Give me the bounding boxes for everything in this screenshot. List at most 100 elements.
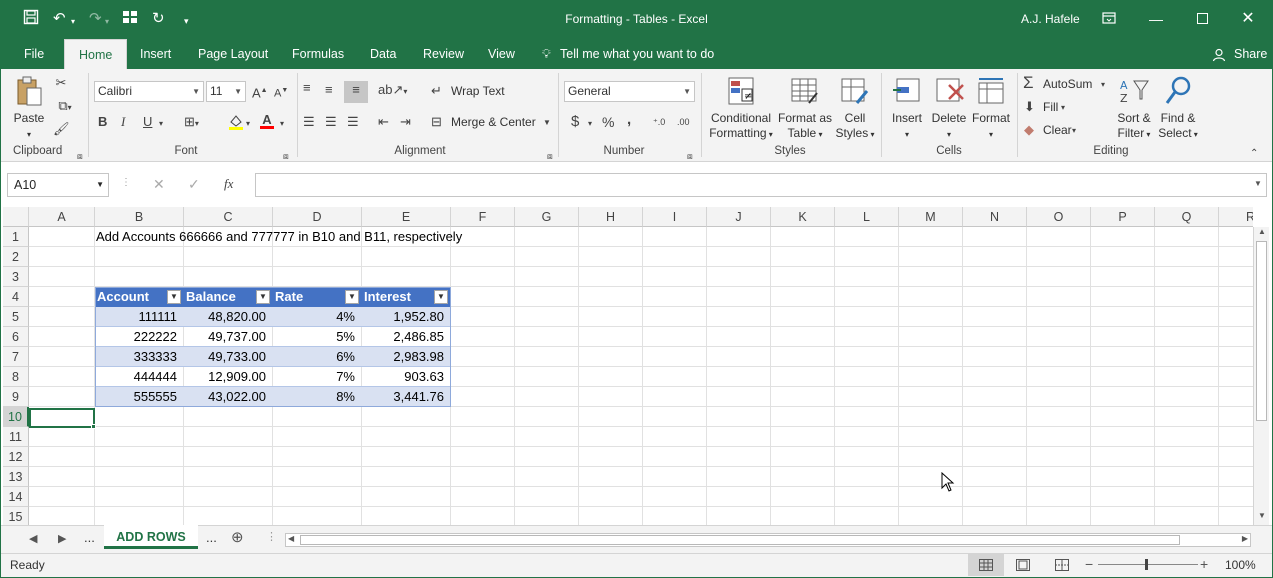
- autosum-dropdown-icon[interactable]: ▾: [1101, 76, 1105, 94]
- tab-home[interactable]: Home: [64, 39, 128, 70]
- row-header-1[interactable]: 1: [3, 227, 29, 247]
- row-header-7[interactable]: 7: [3, 347, 29, 367]
- sheet-next-icon[interactable]: ▶: [58, 532, 66, 545]
- select-all-corner[interactable]: [3, 207, 29, 227]
- align-right-icon[interactable]: ☰: [347, 113, 359, 131]
- tab-formulas[interactable]: Formulas: [292, 39, 344, 69]
- zoom-slider-thumb[interactable]: [1145, 559, 1148, 570]
- borders-icon[interactable]: ⊞▾: [184, 113, 199, 133]
- new-sheet-icon[interactable]: ⊕: [231, 528, 244, 546]
- row-header-10[interactable]: 10: [3, 407, 29, 427]
- align-left-icon[interactable]: ☰: [303, 113, 315, 131]
- row-header-5[interactable]: 5: [3, 307, 29, 327]
- font-name-combo[interactable]: Calibri ▼: [94, 81, 204, 102]
- align-center-icon[interactable]: ☰: [325, 113, 337, 131]
- middle-align-icon[interactable]: ≡: [325, 81, 333, 99]
- bold-button[interactable]: B: [98, 113, 107, 131]
- column-header-c[interactable]: C: [184, 207, 273, 227]
- fill-color-icon[interactable]: [228, 113, 244, 136]
- column-header-h[interactable]: H: [579, 207, 643, 227]
- scroll-up-icon[interactable]: ▲: [1258, 227, 1266, 236]
- font-color-icon[interactable]: A: [260, 111, 274, 129]
- fill-button[interactable]: Fill: [1043, 100, 1058, 114]
- top-align-icon[interactable]: ≡: [303, 79, 311, 97]
- scroll-down-icon[interactable]: ▼: [1258, 511, 1266, 520]
- decrease-indent-icon[interactable]: ⇤: [378, 113, 389, 131]
- zoom-in-icon[interactable]: +: [1200, 556, 1208, 572]
- column-header-i[interactable]: I: [643, 207, 707, 227]
- decrease-font-icon[interactable]: A▼: [274, 82, 288, 103]
- horizontal-scrollbar[interactable]: ◀ ▶: [285, 533, 1251, 547]
- font-color-dropdown-icon[interactable]: ▾: [280, 115, 284, 133]
- expand-formula-bar-icon[interactable]: ▼: [1254, 179, 1262, 188]
- zoom-slider[interactable]: [1098, 564, 1198, 565]
- bottom-align-icon[interactable]: ≡: [344, 81, 368, 103]
- page-layout-view-icon[interactable]: [1016, 559, 1030, 574]
- row-header-15[interactable]: 15: [3, 507, 29, 525]
- paste-button[interactable]: Paste ▾: [9, 75, 49, 142]
- user-name[interactable]: A.J. Hafele: [1021, 12, 1080, 26]
- font-size-combo[interactable]: 11 ▼: [206, 81, 246, 102]
- underline-dropdown-icon[interactable]: ▾: [159, 115, 163, 133]
- scroll-right-icon[interactable]: ▶: [1242, 534, 1248, 543]
- fill-handle[interactable]: [91, 424, 96, 429]
- cut-icon[interactable]: ✂: [53, 74, 69, 92]
- italic-button[interactable]: I: [121, 113, 125, 131]
- column-header-r[interactable]: R: [1219, 207, 1253, 227]
- row-header-14[interactable]: 14: [3, 487, 29, 507]
- row-header-6[interactable]: 6: [3, 327, 29, 347]
- row-header-3[interactable]: 3: [3, 267, 29, 287]
- row-header-4[interactable]: 4: [3, 287, 29, 307]
- decrease-decimal-icon[interactable]: .00: [677, 113, 690, 131]
- row-header-2[interactable]: 2: [3, 247, 29, 267]
- copy-icon[interactable]: ⧉▾: [53, 97, 77, 117]
- sheet-ellipsis-left[interactable]: ...: [84, 530, 95, 545]
- row-header-8[interactable]: 8: [3, 367, 29, 387]
- tab-view[interactable]: View: [488, 39, 515, 69]
- cell-b1[interactable]: Add Accounts 666666 and 777777 in B10 an…: [96, 227, 462, 247]
- clear-button[interactable]: Clear: [1043, 123, 1072, 137]
- find-select-button[interactable]: Find & Select ▾: [1156, 75, 1200, 142]
- tell-me-search[interactable]: Tell me what you want to do: [560, 39, 714, 69]
- column-header-f[interactable]: F: [451, 207, 515, 227]
- increase-font-icon[interactable]: A▲: [252, 82, 268, 102]
- active-cell-selection[interactable]: [29, 408, 95, 428]
- row-header-13[interactable]: 13: [3, 467, 29, 487]
- column-header-o[interactable]: O: [1027, 207, 1091, 227]
- cell-styles-button[interactable]: Cell Styles ▾: [834, 75, 876, 142]
- name-box-dropdown-icon[interactable]: ▼: [96, 174, 104, 196]
- number-format-combo[interactable]: General ▼: [564, 81, 695, 102]
- tab-review[interactable]: Review: [423, 39, 464, 69]
- sheet-prev-icon[interactable]: ◀: [29, 532, 37, 545]
- zoom-out-icon[interactable]: −: [1085, 556, 1093, 572]
- row-header-11[interactable]: 11: [3, 427, 29, 447]
- share-button[interactable]: Share: [1234, 39, 1267, 69]
- enter-icon[interactable]: ✓: [188, 176, 200, 193]
- formula-input[interactable]: [255, 173, 1267, 197]
- vertical-scrollbar[interactable]: ▲ ▼: [1253, 227, 1269, 525]
- minimize-icon[interactable]: —: [1144, 7, 1168, 31]
- normal-view-button[interactable]: [968, 554, 1004, 576]
- column-header-p[interactable]: P: [1091, 207, 1155, 227]
- column-header-b[interactable]: B: [95, 207, 184, 227]
- close-icon[interactable]: ✕: [1236, 7, 1260, 31]
- vertical-scroll-thumb[interactable]: [1256, 241, 1267, 421]
- percent-button[interactable]: %: [602, 113, 614, 131]
- increase-indent-icon[interactable]: ⇥: [400, 113, 411, 131]
- column-header-m[interactable]: M: [899, 207, 963, 227]
- column-header-d[interactable]: D: [273, 207, 362, 227]
- column-header-g[interactable]: G: [515, 207, 579, 227]
- format-painter-icon[interactable]: 🖌︎: [53, 120, 70, 138]
- cancel-icon[interactable]: ✕: [153, 176, 165, 193]
- page-break-view-icon[interactable]: [1055, 559, 1069, 574]
- horizontal-scroll-thumb[interactable]: [300, 535, 1180, 545]
- fill-dropdown-icon[interactable]: ▾: [1061, 99, 1065, 117]
- column-header-j[interactable]: J: [707, 207, 771, 227]
- insert-function-button[interactable]: fx: [224, 176, 233, 192]
- column-header-n[interactable]: N: [963, 207, 1027, 227]
- column-header-k[interactable]: K: [771, 207, 835, 227]
- sort-filter-button[interactable]: AZ Sort & Filter ▾: [1113, 75, 1155, 142]
- delete-cells-button[interactable]: Delete ▾: [929, 75, 969, 142]
- conditional-formatting-button[interactable]: ≠ Conditional Formatting ▾: [705, 75, 777, 142]
- ribbon-display-options-icon[interactable]: [1097, 7, 1121, 31]
